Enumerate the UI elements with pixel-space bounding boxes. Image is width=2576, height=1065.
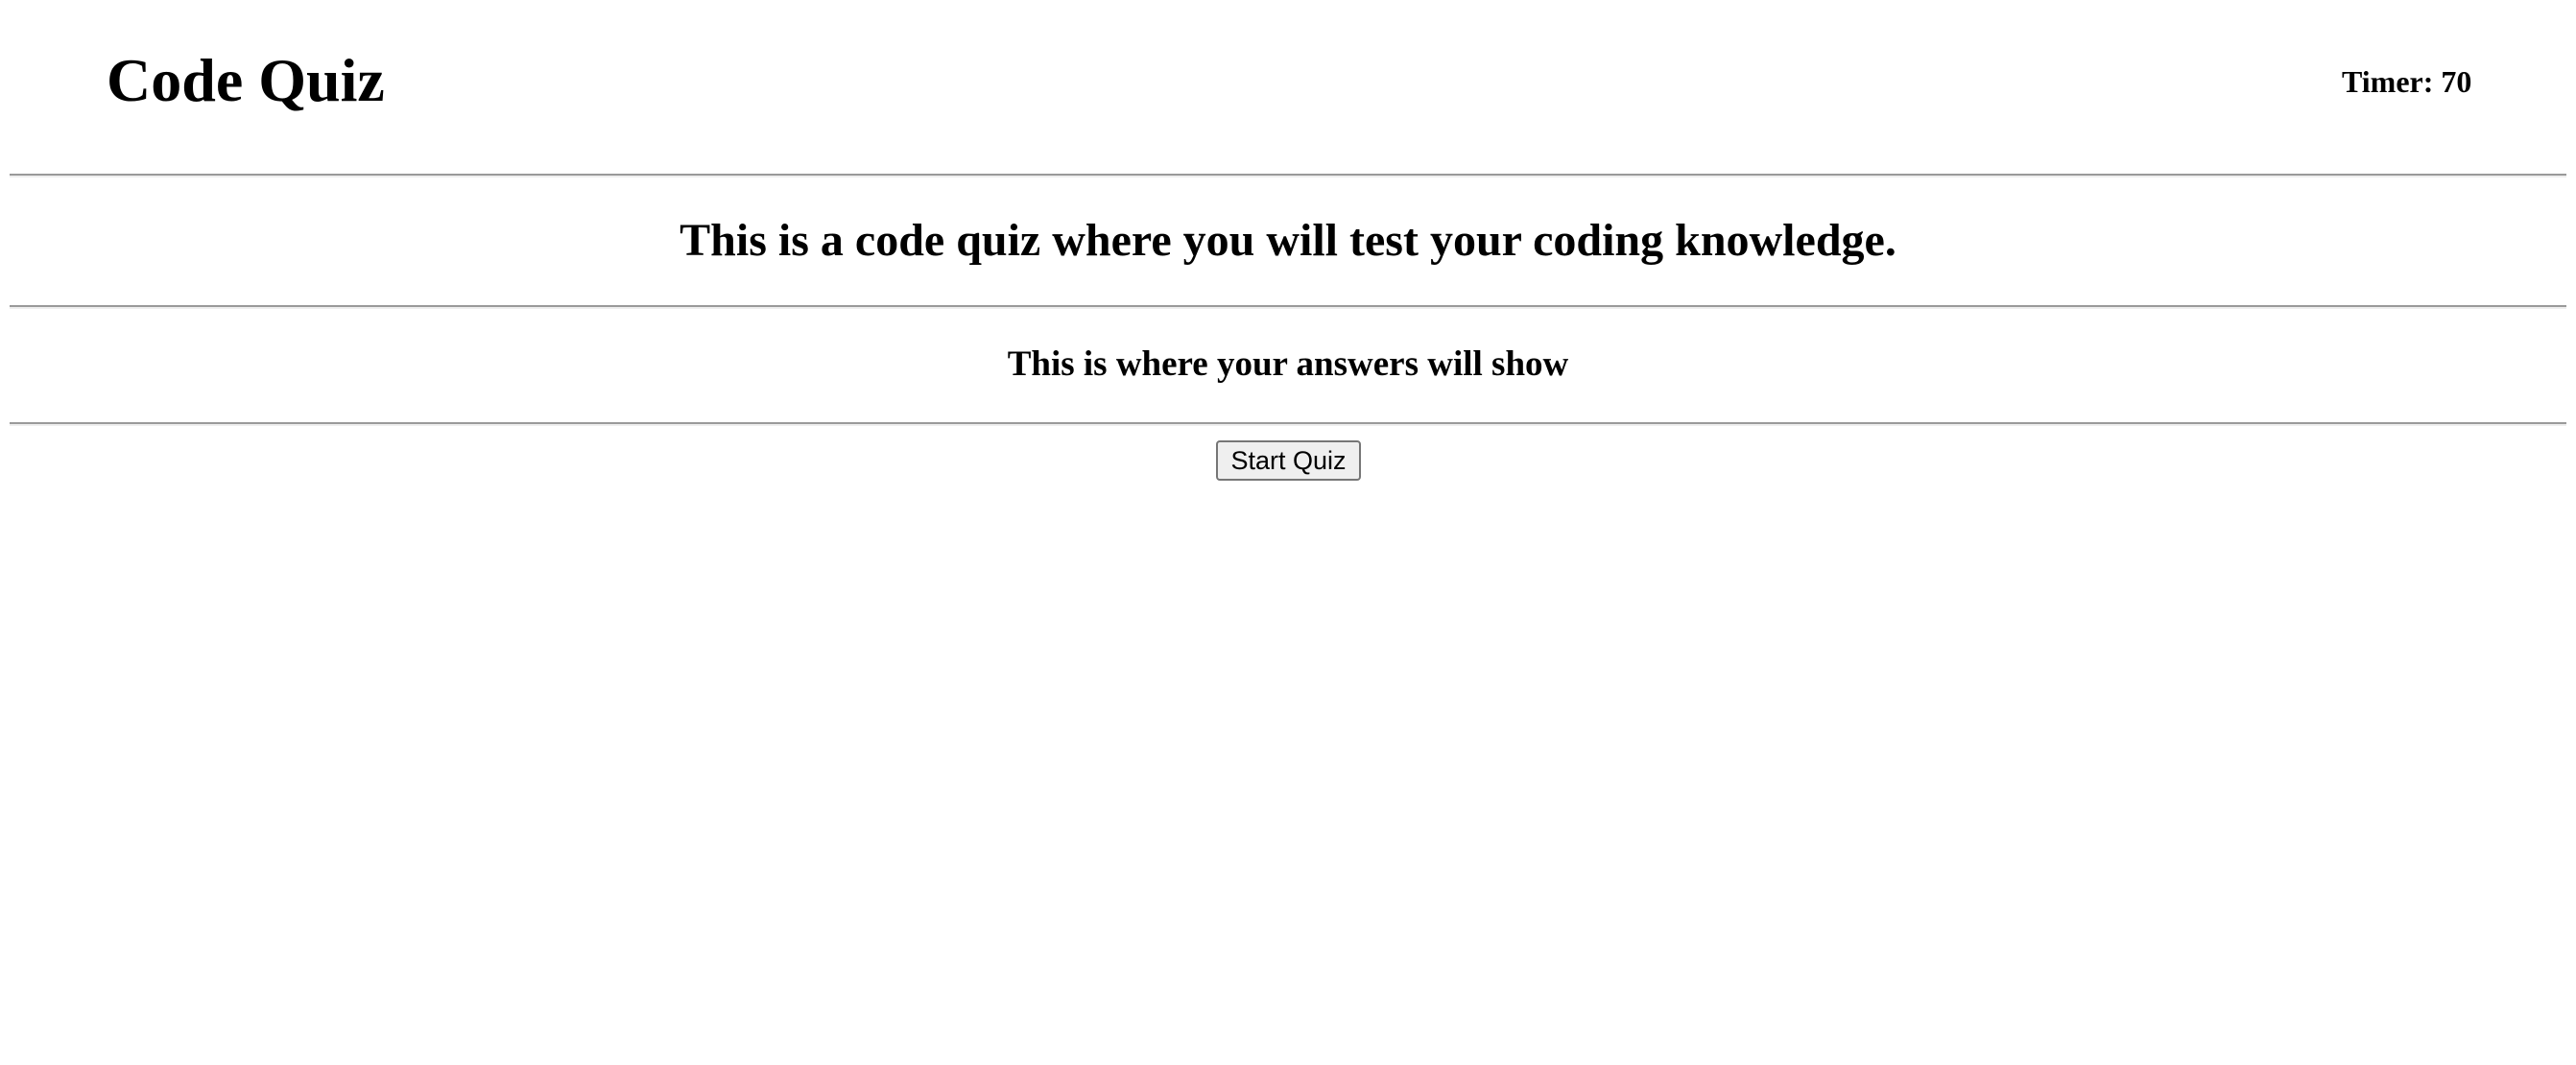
timer: Timer: 70 <box>2342 64 2472 99</box>
start-quiz-button[interactable]: Start Quiz <box>1216 440 1361 481</box>
divider <box>10 174 2566 178</box>
intro-heading: This is a code quiz where you will test … <box>680 215 1896 266</box>
answers-area: This is where your answers will show <box>1007 344 1569 384</box>
page-title: Code Quiz <box>107 46 385 114</box>
divider <box>10 422 2566 426</box>
divider <box>10 305 2566 309</box>
